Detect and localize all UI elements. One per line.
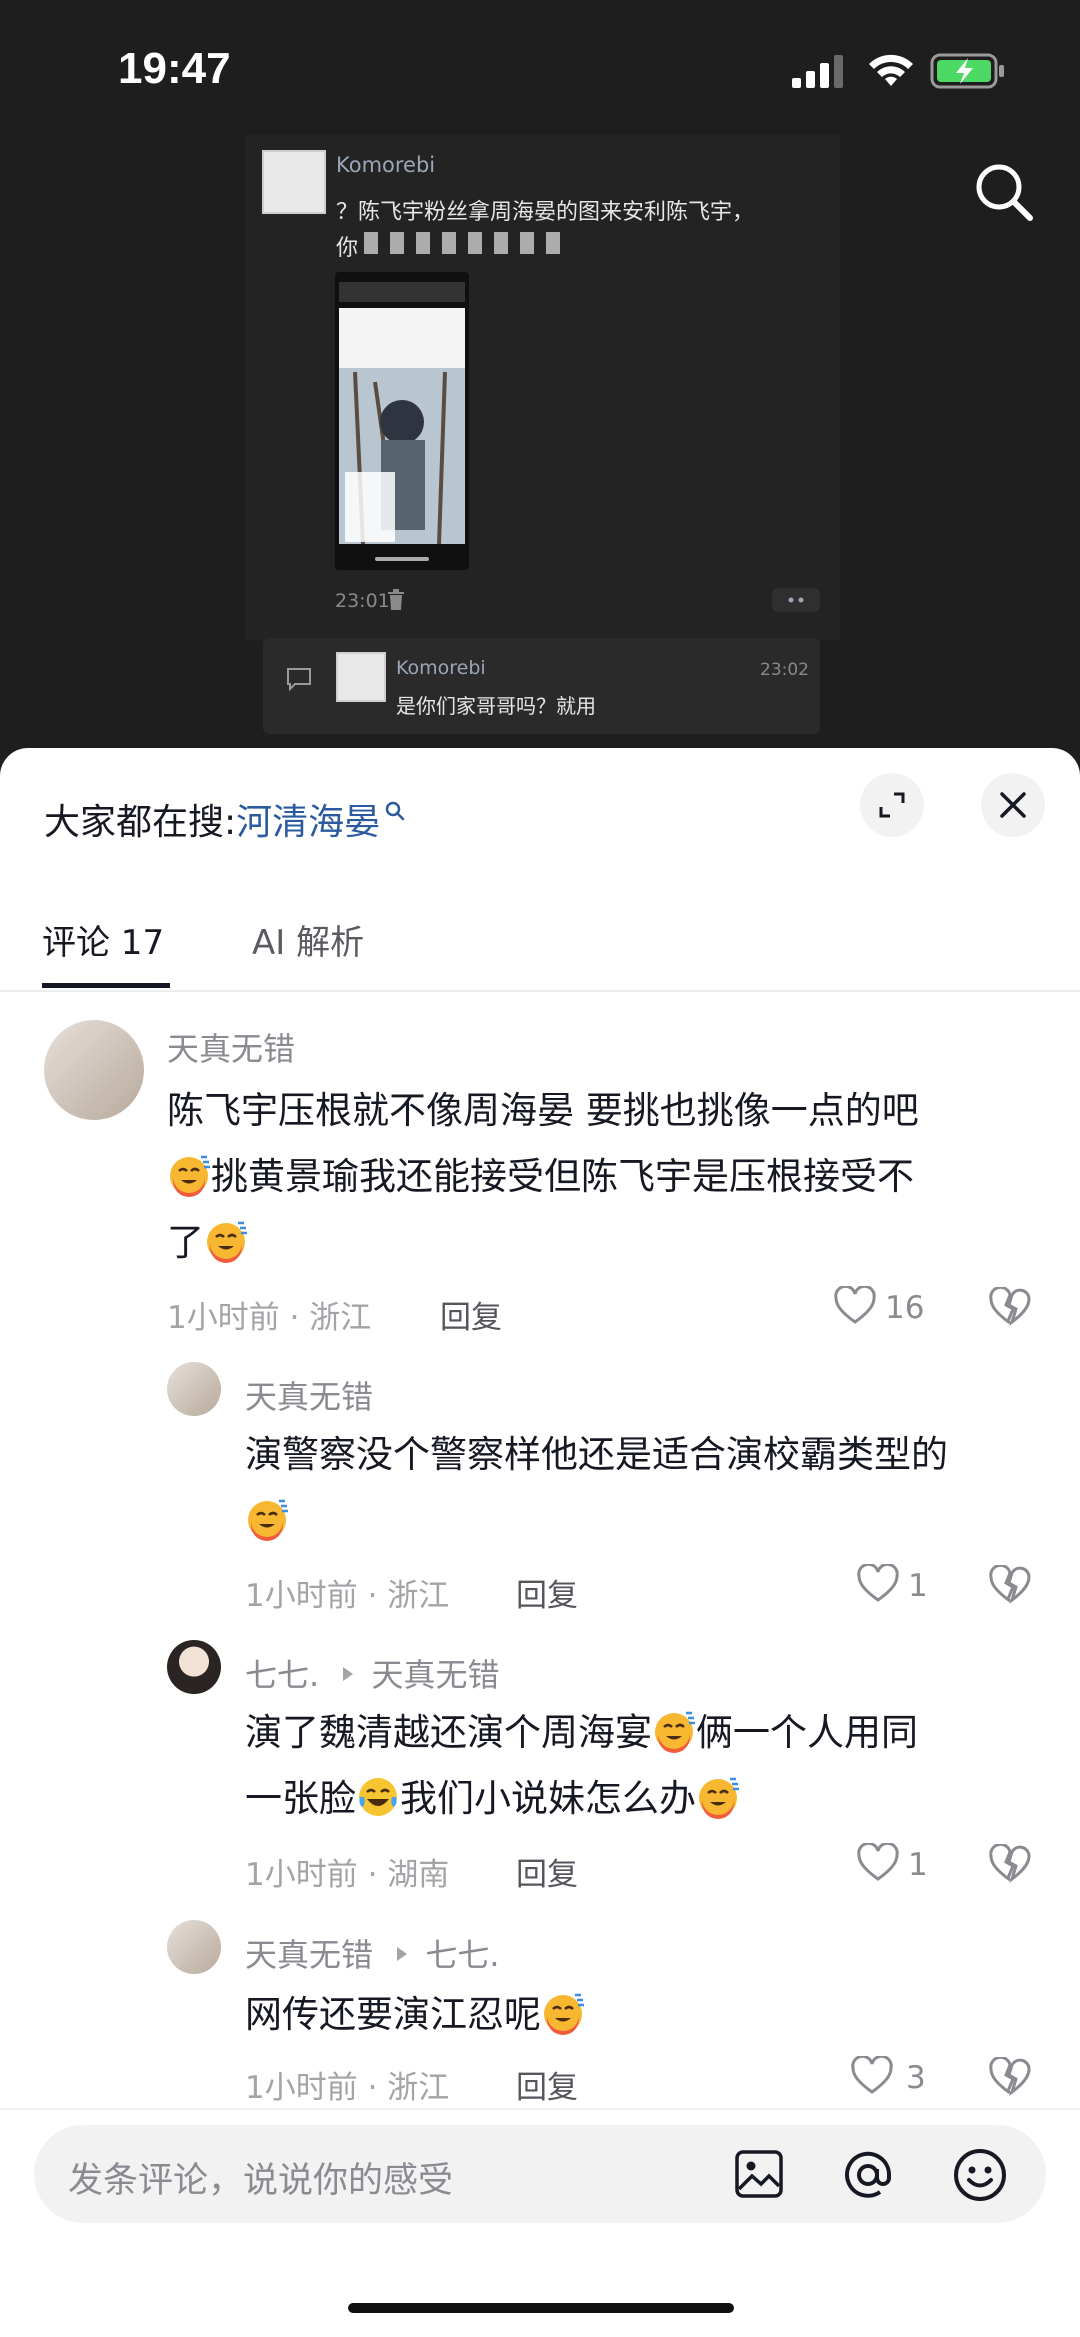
dislike-button[interactable]: [988, 2055, 1032, 2099]
comment-meta: 1小时前 · 浙江: [167, 1300, 372, 1336]
tab-ai-analysis[interactable]: AI 解析: [252, 915, 364, 964]
comment-username: 七七. 天真无错: [245, 1650, 500, 1696]
comment-text: 网传还要演江忍呢: [245, 1982, 1055, 2048]
signal-icon: [790, 54, 846, 90]
avatar[interactable]: [167, 1640, 221, 1694]
comment-line: 一张脸: [245, 1777, 356, 1820]
comment-line: 陈飞宇压根就不像周海晏 要挑也挑像一点的吧: [167, 1089, 919, 1132]
expand-icon: [879, 792, 905, 818]
comment-text: 陈飞宇压根就不像周海晏 要挑也挑像一点的吧 挑黄景瑜我还能接受但陈飞宇是压根接受…: [167, 1078, 1037, 1276]
avatar[interactable]: [44, 1020, 144, 1120]
tab-comments[interactable]: 评论 17: [42, 915, 164, 964]
trending-search[interactable]: 大家都在搜:河清海晏: [44, 790, 406, 845]
like-count: 16: [885, 1290, 925, 1326]
reply-button[interactable]: 回复: [516, 1570, 578, 1615]
comment-line: 网传还要演江忍呢: [245, 1993, 541, 2036]
comment-meta: 1小时前 · 湖南: [245, 1857, 450, 1893]
like-count: 1: [908, 1847, 928, 1883]
comment-username[interactable]: 天真无错: [245, 1372, 373, 1418]
comment-line: 演警察没个警察样他还是适合演校霸类型的: [245, 1433, 948, 1476]
status-time: 19:47: [118, 44, 231, 93]
sweat-smile-emoji: [696, 1775, 740, 1819]
comment-line: 俩一个人用同: [696, 1711, 918, 1754]
dislike-button[interactable]: [988, 1285, 1032, 1329]
tab-active-indicator: [42, 983, 170, 988]
input-divider: [0, 2108, 1080, 2110]
comment-meta: 1小时前 · 浙江: [245, 2070, 450, 2106]
reply-button[interactable]: 回复: [440, 1292, 502, 1337]
tabs-divider: [0, 990, 1080, 992]
expand-button[interactable]: [860, 773, 924, 837]
comment-meta: 1小时前 · 浙江: [245, 1578, 450, 1614]
comment-line: 我们小说妹怎么办: [400, 1777, 696, 1820]
sweat-smile-emoji: [245, 1497, 289, 1541]
comment-line: 了: [167, 1221, 204, 1264]
broken-heart-icon: [989, 1285, 1031, 1326]
like-button[interactable]: 16: [833, 1284, 943, 1330]
chat-message-line1: ？陈飞宇粉丝拿周海晏的图来安利陈飞宇，: [336, 200, 755, 225]
reply-time: 23:02: [760, 660, 809, 680]
emoji-icon[interactable]: [952, 2147, 1008, 2203]
trash-icon[interactable]: [386, 588, 406, 612]
battery-icon: [930, 52, 1008, 90]
sweat-smile-emoji: [541, 1991, 585, 2035]
trending-term[interactable]: 河清海晏: [236, 802, 380, 843]
image-thumbnail[interactable]: [335, 272, 469, 570]
like-button[interactable]: 1: [856, 1562, 946, 1608]
avatar[interactable]: [167, 1362, 221, 1416]
sweat-smile-emoji: [204, 1219, 248, 1263]
close-button[interactable]: [981, 773, 1045, 837]
home-indicator: [348, 2303, 734, 2313]
sweat-smile-emoji: [167, 1153, 211, 1197]
comment-username[interactable]: 天真无错: [167, 1024, 295, 1070]
comment-line: 演了魏清越还演个周海宴: [245, 1711, 652, 1754]
image-picker-icon[interactable]: [734, 2149, 784, 2199]
heart-icon: [857, 1562, 899, 1602]
wifi-icon: [866, 52, 916, 90]
sender-name: Komorebi: [336, 153, 436, 177]
reply-author[interactable]: 七七.: [245, 1656, 319, 1694]
sender-avatar: [262, 150, 326, 214]
reply-target[interactable]: 七七.: [425, 1936, 499, 1974]
comment-text: 演警察没个警察样他还是适合演校霸类型的: [245, 1422, 1045, 1554]
dislike-button[interactable]: [988, 1842, 1032, 1886]
search-icon[interactable]: [972, 160, 1036, 224]
comment-placeholder: 发条评论，说说你的感受: [68, 2161, 454, 2201]
reply-target[interactable]: 天真无错: [372, 1656, 500, 1694]
trending-prefix: 大家都在搜:: [44, 802, 237, 843]
trending-search-icon: [384, 790, 406, 831]
comment-line: 挑黄景瑜我还能接受但陈飞宇是压根接受不: [211, 1155, 914, 1198]
reply-avatar: [336, 652, 386, 702]
reply-sender: Komorebi: [396, 657, 486, 679]
like-count: 3: [906, 2060, 926, 2096]
reply-arrow-icon: [395, 1933, 409, 1971]
chat-message-line2: 你: [336, 236, 359, 261]
reply-button[interactable]: 回复: [516, 1849, 578, 1894]
avatar[interactable]: [167, 1920, 221, 1974]
like-count: 1: [908, 1568, 928, 1604]
sweat-smile-emoji: [652, 1709, 696, 1753]
redacted-block: [364, 232, 564, 254]
like-button[interactable]: 3: [850, 2054, 946, 2100]
heart-icon: [857, 1841, 899, 1881]
comment-text: 演了魏清越还演个周海宴 俩一个人用同 一张脸 我们小说妹怎么办: [245, 1700, 1055, 1832]
reply-arrow-icon: [341, 1653, 355, 1691]
dislike-button[interactable]: [988, 1563, 1032, 1607]
broken-heart-icon: [989, 2055, 1031, 2096]
reply-author[interactable]: 天真无错: [245, 1936, 373, 1974]
laugh-cry-emoji: [356, 1775, 400, 1819]
reply-text: 是你们家哥哥吗？就用: [396, 694, 596, 718]
close-icon: [1000, 792, 1026, 818]
broken-heart-icon: [989, 1842, 1031, 1883]
comment-bubble-icon: [285, 666, 313, 692]
heart-icon: [851, 2054, 893, 2094]
heart-icon: [834, 1284, 876, 1324]
reply-button[interactable]: 回复: [516, 2062, 578, 2107]
like-button[interactable]: 1: [856, 1841, 946, 1887]
chat-timestamp: 23:01: [335, 590, 390, 612]
more-dots-icon[interactable]: [772, 588, 820, 612]
broken-heart-icon: [989, 1563, 1031, 1604]
mention-icon[interactable]: [840, 2147, 896, 2203]
comment-username: 天真无错 七七.: [245, 1930, 500, 1976]
